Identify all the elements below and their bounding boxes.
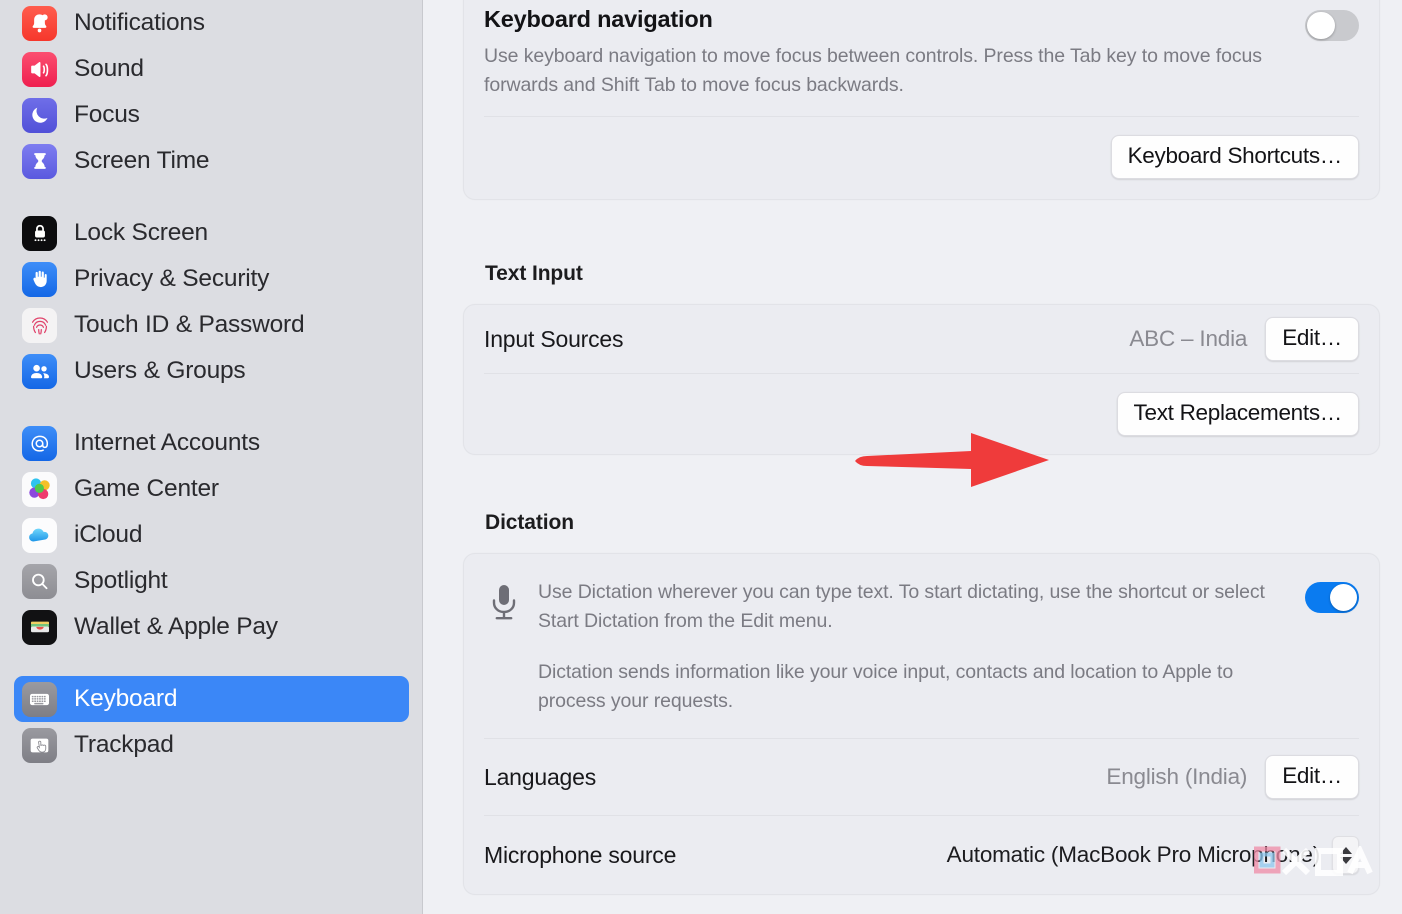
sidebar-item-label: Lock Screen (74, 219, 208, 246)
keyboard-navigation-title: Keyboard navigation (484, 6, 713, 32)
languages-value: English (India) (1106, 764, 1248, 789)
internet-accounts-icon (22, 425, 57, 461)
sidebar-item-keyboard[interactable]: Keyboard (14, 676, 409, 722)
sound-icon (22, 51, 57, 87)
microphone-source-value: Automatic (MacBook Pro Microphone) (946, 842, 1321, 867)
sidebar-item-trackpad[interactable]: Trackpad (14, 722, 409, 768)
sidebar-item-label: Sound (74, 55, 144, 82)
notifications-icon (22, 5, 57, 41)
microphone-icon (484, 578, 524, 630)
sidebar-divider-3 (0, 650, 423, 676)
languages-label: Languages (484, 763, 597, 790)
keyboard-shortcuts-button[interactable]: Keyboard Shortcuts… (1110, 135, 1359, 179)
dictation-card: Use Dictation wherever you can type text… (463, 553, 1380, 895)
microphone-source-label: Microphone source (484, 841, 677, 868)
microphone-source-row: Microphone source Automatic (MacBook Pro… (464, 816, 1379, 894)
sidebar-group-1: Notifications Sound Focus Screen Time (0, 0, 423, 184)
sidebar-item-label: Notifications (74, 9, 205, 36)
sidebar-item-wallet[interactable]: Wallet & Apple Pay (14, 604, 409, 650)
dictation-description-row: Use Dictation wherever you can type text… (464, 554, 1379, 738)
sidebar-item-label: Users & Groups (74, 357, 246, 384)
sidebar-group-2: Lock Screen Privacy & Security Touch ID … (0, 210, 423, 394)
keyboard-navigation-card: Keyboard navigation Use keyboard navigat… (463, 0, 1380, 200)
sidebar-item-label: Touch ID & Password (74, 311, 305, 338)
sidebar-group-4: Keyboard Trackpad (0, 676, 423, 768)
sidebar-divider-1 (0, 184, 423, 210)
sidebar-item-users-groups[interactable]: Users & Groups (14, 348, 409, 394)
dictation-description-1: Use Dictation wherever you can type text… (538, 581, 1265, 632)
input-sources-row: Input Sources ABC – India Edit… (464, 305, 1379, 373)
input-sources-label: Input Sources (484, 325, 624, 352)
screen-time-icon (22, 143, 57, 179)
keyboard-navigation-description: Use keyboard navigation to move focus be… (484, 45, 1262, 96)
languages-edit-button[interactable]: Edit… (1265, 755, 1359, 799)
text-replacements-row: Text Replacements… (464, 374, 1379, 454)
sidebar-item-internet-accounts[interactable]: Internet Accounts (14, 420, 409, 466)
privacy-security-icon (22, 261, 57, 297)
sidebar-item-touch-id[interactable]: Touch ID & Password (14, 302, 409, 348)
sidebar-item-icloud[interactable]: iCloud (14, 512, 409, 558)
wallet-icon (22, 609, 57, 645)
sidebar-item-label: Screen Time (74, 147, 210, 174)
keyboard-navigation-row: Keyboard navigation Use keyboard navigat… (464, 0, 1379, 116)
touch-id-icon (22, 307, 57, 343)
sidebar-item-screen-time[interactable]: Screen Time (14, 138, 409, 184)
chevron-up-icon (1339, 846, 1352, 854)
game-center-icon (22, 471, 57, 507)
sidebar-item-privacy-security[interactable]: Privacy & Security (14, 256, 409, 302)
sidebar-item-label: Keyboard (74, 685, 178, 712)
focus-icon (22, 97, 57, 133)
sidebar-item-label: Spotlight (74, 567, 168, 594)
input-sources-value: ABC – India (1129, 326, 1248, 351)
input-sources-edit-button[interactable]: Edit… (1265, 317, 1359, 361)
lock-screen-icon (22, 215, 57, 251)
microphone-source-stepper[interactable] (1332, 836, 1359, 874)
dictation-section-title: Dictation (485, 511, 574, 534)
spotlight-icon (22, 563, 57, 599)
sidebar-item-label: Privacy & Security (74, 265, 270, 292)
text-input-card: Input Sources ABC – India Edit… Text Rep… (463, 304, 1380, 455)
sidebar-group-3: Internet Accounts Game Center iCloud Spo… (0, 420, 423, 650)
text-replacements-button[interactable]: Text Replacements… (1116, 392, 1359, 436)
settings-detail-pane: Keyboard navigation Use keyboard navigat… (423, 0, 1402, 914)
sidebar-item-label: Trackpad (74, 731, 174, 758)
keyboard-navigation-toggle[interactable] (1305, 10, 1359, 41)
keyboard-shortcuts-row: Keyboard Shortcuts… (464, 117, 1379, 199)
users-groups-icon (22, 353, 57, 389)
sidebar-item-label: iCloud (74, 521, 143, 548)
sidebar-item-spotlight[interactable]: Spotlight (14, 558, 409, 604)
text-input-section-title: Text Input (485, 262, 583, 285)
sidebar-item-focus[interactable]: Focus (14, 92, 409, 138)
sidebar-divider-2 (0, 394, 423, 420)
settings-sidebar[interactable]: Notifications Sound Focus Screen Time Lo… (0, 0, 423, 914)
sidebar-item-game-center[interactable]: Game Center (14, 466, 409, 512)
icloud-icon (22, 517, 57, 553)
languages-row: Languages English (India) Edit… (464, 739, 1379, 815)
sidebar-item-label: Focus (74, 101, 140, 128)
keyboard-icon (22, 681, 57, 717)
toggle-knob (1329, 583, 1357, 612)
sidebar-item-label: Wallet & Apple Pay (74, 613, 278, 640)
dictation-description-2: Dictation sends information like your vo… (538, 661, 1234, 712)
chevron-down-icon (1339, 856, 1352, 864)
dictation-toggle[interactable] (1305, 582, 1359, 613)
sidebar-item-lock-screen[interactable]: Lock Screen (14, 210, 409, 256)
sidebar-item-notifications[interactable]: Notifications (14, 0, 409, 46)
sidebar-item-sound[interactable]: Sound (14, 46, 409, 92)
toggle-knob (1307, 11, 1335, 40)
sidebar-item-label: Internet Accounts (74, 429, 260, 456)
trackpad-icon (22, 727, 57, 763)
sidebar-item-label: Game Center (74, 475, 219, 502)
